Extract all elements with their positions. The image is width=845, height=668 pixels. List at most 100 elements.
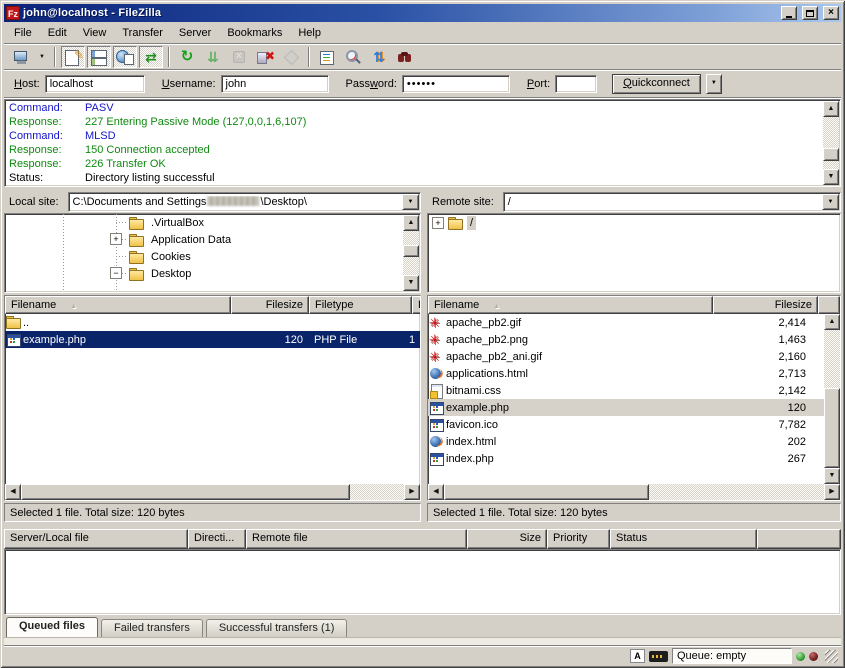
local-site-combo[interactable]: C:\Documents and Settings\Desktop\ ▼ xyxy=(68,192,421,212)
speed-limits-icon[interactable] xyxy=(649,651,668,662)
scroll-thumb[interactable] xyxy=(403,245,419,257)
quickconnect-dropdown-button[interactable]: ▼ xyxy=(706,74,722,94)
toolbar-button[interactable] xyxy=(9,46,33,68)
minimize-button[interactable] xyxy=(781,6,797,20)
toolbar-button[interactable] xyxy=(175,46,199,68)
scroll-down-button[interactable]: ▼ xyxy=(824,468,840,484)
menu-item[interactable]: Help xyxy=(290,25,329,41)
column-header-size[interactable]: Size xyxy=(467,529,547,549)
toolbar-button[interactable] xyxy=(341,46,365,68)
file-row[interactable]: .. xyxy=(5,314,420,331)
combo-dropdown-icon[interactable]: ▼ xyxy=(822,194,839,210)
file-row[interactable]: favicon.ico 7,782 xyxy=(428,416,840,433)
scroll-up-button[interactable]: ▲ xyxy=(403,215,419,231)
toolbar-button[interactable] xyxy=(393,46,417,68)
scroll-thumb[interactable] xyxy=(21,484,350,500)
tree-expander[interactable] xyxy=(432,217,444,229)
file-row[interactable]: apache_pb2.png 1,463 xyxy=(428,331,840,348)
scroll-track[interactable] xyxy=(403,231,419,275)
host-input[interactable]: localhost xyxy=(45,75,145,93)
file-row[interactable]: apache_pb2_ani.gif 2,160 xyxy=(428,348,840,365)
column-header-filename[interactable]: Filename▲ xyxy=(428,296,713,314)
column-header-direction[interactable]: Directi... xyxy=(188,529,246,549)
toolbar-button[interactable] xyxy=(87,46,111,68)
toolbar-button[interactable] xyxy=(54,47,56,67)
menu-item[interactable]: Transfer xyxy=(114,25,171,41)
scroll-left-button[interactable]: ◀ xyxy=(428,484,444,500)
port-input[interactable] xyxy=(555,75,597,93)
queue-tab[interactable]: Successful transfers (1) xyxy=(206,619,348,637)
column-header-filename[interactable]: Filename▲ xyxy=(5,296,231,314)
queue-list[interactable] xyxy=(4,549,841,615)
scroll-up-button[interactable]: ▲ xyxy=(823,101,839,117)
scroll-track[interactable] xyxy=(823,117,839,169)
local-list-hscrollbar[interactable]: ◀ ▶ xyxy=(5,484,420,500)
file-row[interactable]: apache_pb2.gif 2,414 xyxy=(428,314,840,331)
tree-expander[interactable] xyxy=(110,267,122,279)
username-input[interactable]: john xyxy=(221,75,329,93)
toolbar-button[interactable] xyxy=(367,46,391,68)
scroll-down-button[interactable]: ▼ xyxy=(823,169,839,185)
column-header-priority[interactable]: Priority xyxy=(547,529,610,549)
quickconnect-button[interactable]: Quickconnect xyxy=(612,74,701,94)
queue-tab[interactable]: Queued files xyxy=(6,617,98,637)
tree-item[interactable]: Application Data xyxy=(5,231,420,248)
password-input[interactable]: •••••• xyxy=(402,75,510,93)
column-header-server-local-file[interactable]: Server/Local file xyxy=(4,529,188,549)
toolbar-button[interactable] xyxy=(61,46,85,68)
queue-tab[interactable]: Failed transfers xyxy=(101,619,203,637)
remote-list-scrollbar[interactable]: ▲ ▼ xyxy=(824,314,840,484)
remote-site-combo[interactable]: / ▼ xyxy=(503,192,841,212)
column-header-filetype[interactable]: Filetype xyxy=(309,296,412,314)
close-button[interactable]: × xyxy=(823,6,839,20)
file-row[interactable]: bitnami.css 2,142 xyxy=(428,382,840,399)
file-row[interactable]: example.php 120 PHP File 1 xyxy=(5,331,420,348)
combo-dropdown-icon[interactable]: ▼ xyxy=(402,194,419,210)
scroll-thumb[interactable] xyxy=(823,148,839,160)
menu-item[interactable]: File xyxy=(6,25,40,41)
column-header-last-modified[interactable]: L xyxy=(412,296,421,314)
menu-item[interactable]: Bookmarks xyxy=(219,25,290,41)
file-row[interactable]: index.php 267 xyxy=(428,450,840,467)
scroll-track[interactable] xyxy=(824,330,840,468)
scroll-track[interactable] xyxy=(444,484,824,500)
tree-item[interactable]: / xyxy=(428,214,840,231)
column-header-filesize[interactable]: Filesize xyxy=(713,296,818,314)
file-row[interactable]: index.html 202 xyxy=(428,433,840,450)
toolbar-button[interactable] xyxy=(253,46,277,68)
file-row[interactable]: example.php 120 xyxy=(428,399,840,416)
resize-grip[interactable] xyxy=(825,650,838,663)
toolbar-button[interactable] xyxy=(315,46,339,68)
column-header-status[interactable]: Status xyxy=(610,529,757,549)
scroll-left-button[interactable]: ◀ xyxy=(5,484,21,500)
toolbar-button[interactable] xyxy=(35,46,49,68)
menu-item[interactable]: Edit xyxy=(40,25,75,41)
toolbar-button[interactable] xyxy=(168,47,170,67)
tree-item[interactable]: .VirtualBox xyxy=(5,214,420,231)
local-tree-scrollbar[interactable]: ▲ ▼ xyxy=(403,215,419,291)
toolbar-button[interactable] xyxy=(139,46,163,68)
tree-item[interactable]: Desktop xyxy=(5,265,420,282)
tree-item[interactable]: Cookies xyxy=(5,248,420,265)
column-header-remote-file[interactable]: Remote file xyxy=(246,529,467,549)
remote-list-hscrollbar[interactable]: ◀ ▶ xyxy=(428,484,840,500)
menu-item[interactable]: View xyxy=(75,25,115,41)
menu-item[interactable]: Server xyxy=(171,25,219,41)
scroll-right-button[interactable]: ▶ xyxy=(824,484,840,500)
toolbar-button[interactable] xyxy=(227,46,251,68)
toolbar-button[interactable] xyxy=(113,46,137,68)
maximize-button[interactable] xyxy=(802,6,818,20)
log-scrollbar[interactable]: ▲ ▼ xyxy=(823,101,839,185)
column-header-filesize[interactable]: Filesize xyxy=(231,296,309,314)
scroll-right-button[interactable]: ▶ xyxy=(404,484,420,500)
toolbar-button[interactable] xyxy=(201,46,225,68)
toolbar-button[interactable] xyxy=(279,46,303,68)
scroll-thumb[interactable] xyxy=(824,388,840,468)
toolbar-button[interactable] xyxy=(308,47,310,67)
scroll-track[interactable] xyxy=(21,484,404,500)
scroll-down-button[interactable]: ▼ xyxy=(403,275,419,291)
scroll-thumb[interactable] xyxy=(444,484,649,500)
tree-expander[interactable] xyxy=(110,233,122,245)
scroll-up-button[interactable]: ▲ xyxy=(824,314,840,330)
file-row[interactable]: applications.html 2,713 xyxy=(428,365,840,382)
